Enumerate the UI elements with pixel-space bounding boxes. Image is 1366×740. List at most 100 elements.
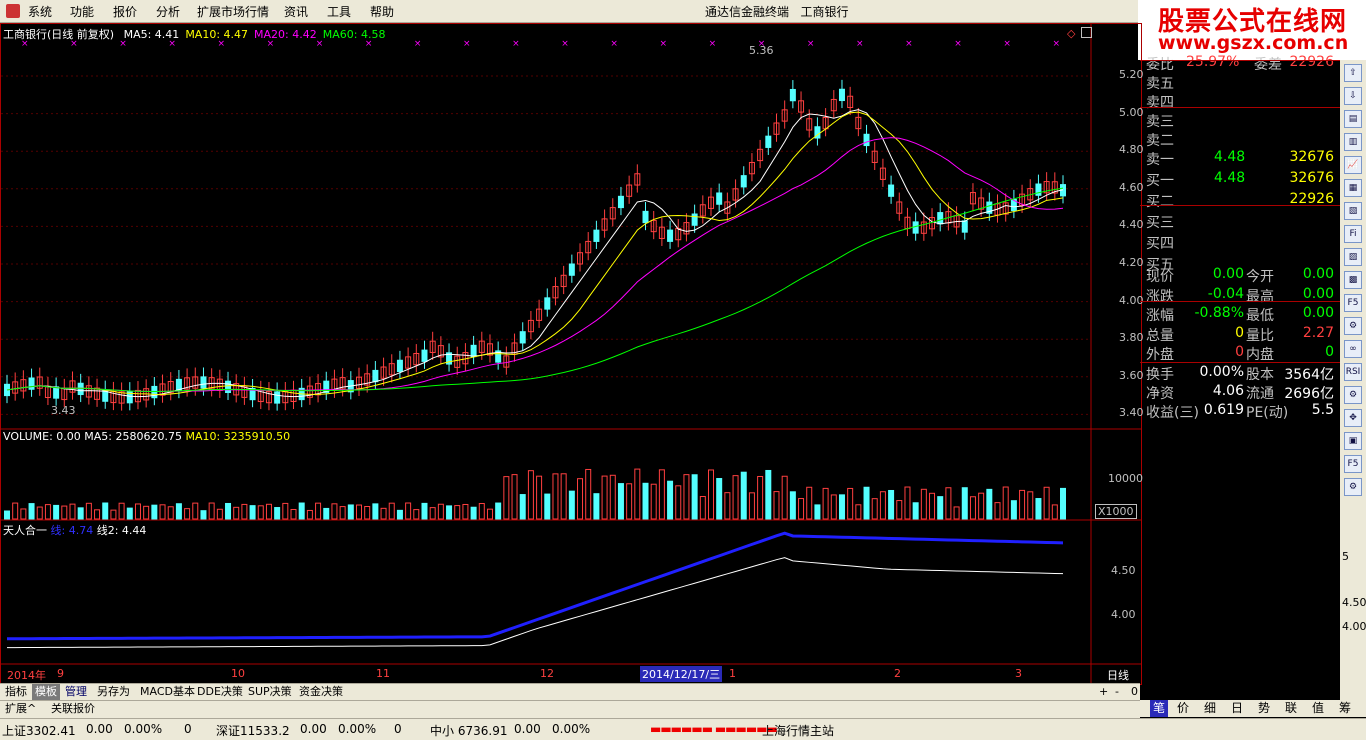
side-tool-icon[interactable]: ▩ (1344, 271, 1362, 289)
tab-formula[interactable]: 管理 (62, 684, 90, 700)
volume-bar (94, 509, 101, 520)
panel-tab[interactable]: 联 (1285, 700, 1297, 717)
side-tool-icon[interactable]: ⚙ (1344, 386, 1362, 404)
menu-help[interactable]: 帮助 (370, 3, 394, 20)
side-tool-icon[interactable]: Fi (1344, 225, 1362, 243)
sell-row[interactable]: 卖四 (1146, 92, 1336, 111)
sell-row[interactable]: 卖二 (1146, 130, 1336, 149)
candle-body (53, 386, 60, 399)
kline-chart-svg[interactable]: × × × × × × × × × × × × × × × × × × × × × ×5.363.43 (1, 24, 1141, 684)
side-tool-icon[interactable]: ▧ (1344, 202, 1362, 220)
panel-tab[interactable]: 价 (1177, 700, 1189, 717)
volume-bar (708, 469, 714, 520)
buy-row[interactable]: 买一 4.48 32676 (1146, 170, 1336, 189)
side-tool-icon[interactable]: ✥ (1344, 409, 1362, 427)
panel-tab[interactable]: 筹 (1339, 700, 1351, 717)
side-tool-icon[interactable]: ▦ (1344, 179, 1362, 197)
stat-row-l1: 涨跌 (1146, 288, 1174, 305)
volume-bar (568, 490, 575, 520)
finance-row-v2: 5.5 (1311, 402, 1334, 418)
finance-row-v1: 0.00% (1199, 364, 1244, 380)
ma-line (6, 137, 1064, 392)
panel-tab[interactable]: 值 (1312, 700, 1324, 717)
tab-formula[interactable]: 模板 (32, 684, 60, 700)
high-price-label: 5.36 (749, 44, 774, 57)
sell-row-price: 4.48 (1214, 149, 1246, 165)
volume-bar (1060, 487, 1066, 520)
tab-formula[interactable]: MACD基本 (137, 684, 198, 700)
side-tool-icon[interactable]: ⚙ (1344, 317, 1362, 335)
server-name: 上海行情主站 (762, 724, 835, 738)
date-label-jan: 1 (729, 667, 736, 680)
buy-row[interactable]: 买二 22926 (1146, 191, 1336, 210)
volume-bar (315, 502, 322, 520)
weicha-label: 委差 (1254, 57, 1282, 73)
volume-bar (216, 508, 223, 520)
tab-related-quote[interactable]: 关联报价 (48, 701, 98, 717)
tab-formula[interactable]: 另存为 (94, 684, 133, 700)
volume-bar (519, 494, 526, 520)
menu-system[interactable]: 系统 (28, 3, 52, 20)
volume-bar (855, 504, 862, 520)
sell-row[interactable]: 卖五 (1146, 73, 1336, 92)
tab-formula[interactable]: SUP决策 (245, 684, 295, 700)
sell-row[interactable]: 卖三 (1146, 111, 1336, 130)
menu-function[interactable]: 功能 (70, 3, 94, 20)
panel-tab[interactable]: 日 (1231, 700, 1243, 717)
finance-row-l1: 收益(三) (1146, 405, 1199, 421)
side-tool-icon[interactable]: ⚙ (1344, 478, 1362, 496)
tab-control-button[interactable]: + (1096, 684, 1111, 700)
signal-marker: × (414, 39, 422, 49)
menu-analysis[interactable]: 分析 (156, 3, 180, 20)
weicha-value: 22926 (1289, 54, 1334, 70)
ma-legend-0: MA5: 4.41 (123, 28, 180, 41)
tab-control-button[interactable]: - (1112, 684, 1122, 700)
side-tool-icon[interactable]: F5 (1344, 294, 1362, 312)
tab-formula[interactable]: 指标 (2, 684, 30, 700)
volume-bar (1019, 489, 1026, 520)
sh-index[interactable]: 上证3302.41 (2, 722, 76, 739)
panel-tab[interactable]: 势 (1258, 700, 1270, 717)
panel-tab[interactable]: 细 (1204, 700, 1216, 717)
chart-area[interactable]: × × × × × × × × × × × × × × × × × × × × × × 5.36 3.43 工商银行(日线 前… (0, 23, 1144, 685)
signal-marker: × (660, 39, 668, 49)
panel-tab[interactable]: 笔 (1150, 700, 1169, 717)
side-tool-icon[interactable]: F5 (1344, 455, 1362, 473)
volume-bar (904, 486, 911, 520)
buy-row[interactable]: 买四 (1146, 233, 1336, 252)
sell-row[interactable]: 卖一 4.48 32676 (1146, 149, 1336, 168)
candle-body (568, 263, 575, 276)
side-tool-icon[interactable]: ∞ (1344, 340, 1362, 358)
menu-tools[interactable]: 工具 (327, 3, 351, 20)
maximize-chart-icon[interactable] (1081, 27, 1092, 38)
menu-ext-market[interactable]: 扩展市场行情 (197, 3, 269, 20)
tab-formula[interactable]: 资金决策 (296, 684, 346, 700)
extension-tab-bar: 扩展^ 关联报价 (0, 700, 1140, 718)
menu-quote[interactable]: 报价 (113, 3, 137, 20)
side-tool-icon[interactable]: ▨ (1344, 248, 1362, 266)
side-tool-icon[interactable]: 📈 (1344, 156, 1362, 174)
indicator-line1 (6, 531, 1064, 641)
volume-bar (118, 502, 125, 520)
tab-extension[interactable]: 扩展^ (2, 701, 39, 717)
volume-bar (85, 502, 92, 520)
side-tool-icon[interactable]: ▣ (1344, 432, 1362, 450)
diamond-icon[interactable]: ◇ (1067, 27, 1075, 40)
sz-index[interactable]: 深证11533.2 (216, 722, 290, 739)
side-tool-icon[interactable]: RSI (1344, 363, 1362, 381)
side-tool-icon[interactable]: ⇧ (1344, 64, 1362, 82)
volume-bar (896, 500, 903, 520)
side-tool-icon[interactable]: ▥ (1344, 133, 1362, 151)
menu-news[interactable]: 资讯 (284, 3, 308, 20)
volume-bar (667, 480, 674, 520)
period-label[interactable]: 日线 (1107, 667, 1129, 683)
buy-row[interactable]: 买三 (1146, 212, 1336, 231)
side-tool-icon[interactable]: ⇩ (1344, 87, 1362, 105)
volume-bar (658, 469, 665, 520)
volume-bar (184, 508, 191, 520)
tab-formula[interactable]: DDE决策 (194, 684, 246, 700)
candle-body (838, 88, 845, 102)
side-tool-icon[interactable]: ▤ (1344, 110, 1362, 128)
zx-index[interactable]: 中小 6736.91 (430, 722, 507, 739)
tab-control-button[interactable]: 0 (1128, 684, 1141, 700)
